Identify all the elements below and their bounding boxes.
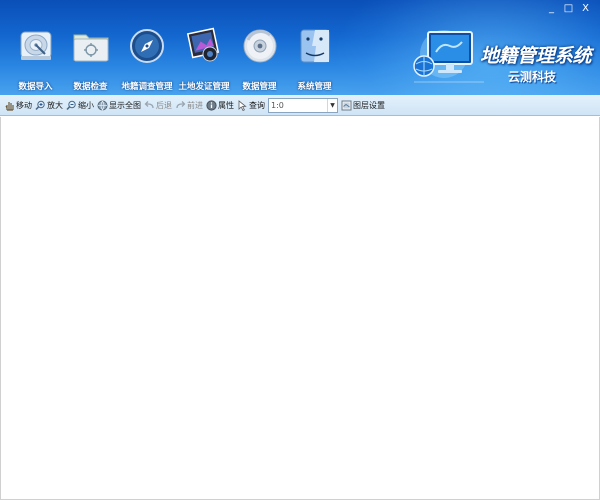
layer-settings-label: 图层设置: [353, 100, 385, 110]
full-extent-tool[interactable]: 显示全图: [97, 100, 141, 111]
zoom-in-icon: [35, 100, 46, 111]
header-banner: _ □ X 数据导入 数据检查 地籍调查管理 土地发证管理 数据管理 系统管理 …: [0, 0, 600, 95]
module-system-management[interactable]: 系统管理: [287, 24, 342, 92]
full-extent-label: 显示全图: [109, 100, 141, 110]
module-land-certificate[interactable]: 土地发证管理: [176, 24, 232, 92]
scale-value: 1:0: [271, 100, 284, 110]
brand-logo: 地籍管理系统 云测科技: [410, 24, 600, 92]
forward-tool[interactable]: 前进: [175, 100, 203, 111]
module-data-check[interactable]: 数据检查: [63, 24, 118, 92]
globe-icon: [97, 100, 108, 111]
zoom-out-icon: [66, 100, 77, 111]
back-tool[interactable]: 后退: [144, 100, 172, 111]
move-label: 移动: [16, 100, 32, 110]
back-label: 后退: [156, 100, 172, 110]
maximize-button[interactable]: □: [560, 2, 577, 16]
module-label: 数据管理: [242, 82, 277, 92]
module-label: 数据检查: [73, 82, 108, 92]
window-controls: _ □ X: [543, 2, 594, 16]
module-data-management[interactable]: 数据管理: [232, 24, 287, 92]
finder-icon: [293, 24, 337, 68]
forward-arrow-icon: [175, 100, 186, 111]
minimize-button[interactable]: _: [543, 2, 560, 16]
module-data-import[interactable]: 数据导入: [8, 24, 63, 92]
hand-icon: [4, 100, 15, 111]
zoom-out-label: 缩小: [78, 100, 94, 110]
move-tool[interactable]: 移动: [4, 100, 32, 111]
folder-icon: [69, 24, 113, 68]
scale-dropdown[interactable]: 1:0 ▼: [268, 97, 338, 113]
module-label: 数据导入: [18, 82, 53, 92]
module-label: 地籍调查管理: [121, 82, 173, 92]
zoom-out-tool[interactable]: 缩小: [66, 100, 94, 111]
map-canvas[interactable]: [0, 117, 600, 500]
chevron-down-icon[interactable]: ▼: [327, 98, 337, 112]
layer-settings-tool[interactable]: 图层设置: [341, 100, 385, 111]
module-cadastral-survey[interactable]: 地籍调查管理: [118, 24, 176, 92]
compass-icon: [125, 24, 169, 68]
forward-label: 前进: [187, 100, 203, 110]
pointer-icon: [237, 99, 248, 111]
hard-drive-icon: [14, 24, 58, 68]
zoom-in-label: 放大: [47, 100, 63, 110]
app-title: 地籍管理系统: [480, 45, 592, 67]
picture-icon: [182, 24, 226, 68]
module-label: 系统管理: [297, 82, 332, 92]
app-window: _ □ X 数据导入 数据检查 地籍调查管理 土地发证管理 数据管理 系统管理 …: [0, 0, 600, 500]
zoom-in-tool[interactable]: 放大: [35, 100, 63, 111]
module-label: 土地发证管理: [178, 82, 230, 92]
properties-tool[interactable]: 属性: [206, 99, 234, 111]
info-icon: [206, 99, 217, 111]
map-toolbar: 移动 放大 缩小 显示全图 后退 前进 属性 查询 1:0 ▼ 图层设置: [0, 95, 600, 116]
company-name: 云测科技: [508, 70, 557, 84]
query-label: 查询: [249, 100, 265, 110]
monitor-globe-icon: [413, 30, 484, 83]
properties-label: 属性: [218, 100, 234, 110]
query-tool[interactable]: 查询: [237, 99, 265, 111]
close-button[interactable]: X: [577, 2, 594, 16]
disc-icon: [238, 24, 282, 68]
back-arrow-icon: [144, 100, 155, 111]
layers-icon: [341, 100, 352, 111]
module-bar: 数据导入 数据检查 地籍调查管理 土地发证管理 数据管理 系统管理: [8, 24, 342, 92]
